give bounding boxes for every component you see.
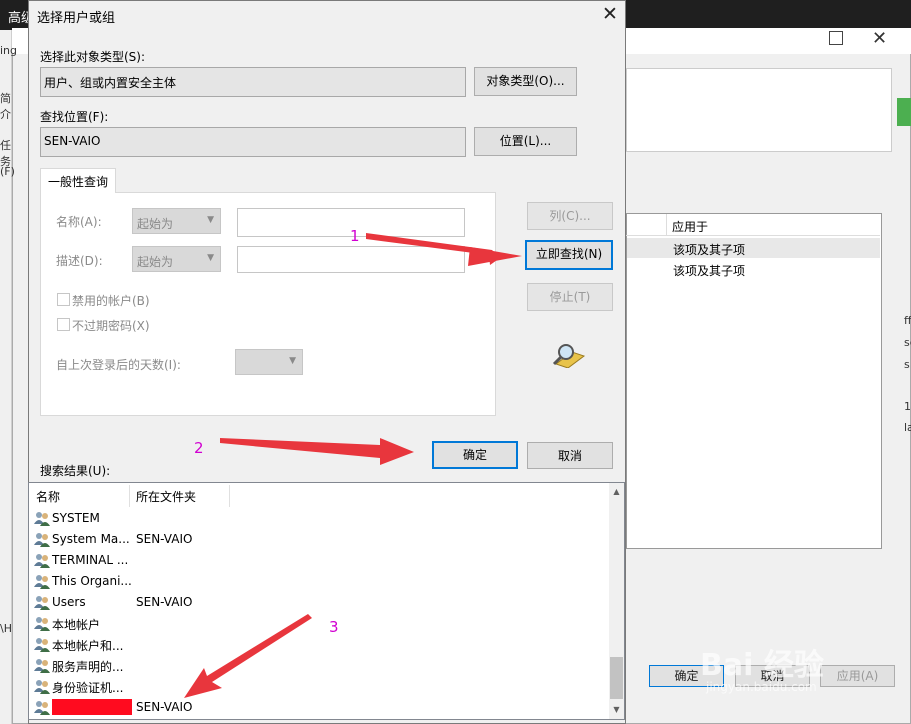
arrow-3-icon (184, 614, 312, 698)
annotation-number-2: 2 (194, 439, 204, 457)
arrow-2-icon (220, 438, 414, 465)
annotation-number-3: 3 (329, 618, 339, 636)
annotation-arrows (184, 233, 522, 698)
baidu-watermark-logo: Bai 经验 (700, 648, 824, 683)
annotation-number-1: 1 (350, 227, 360, 245)
watermark-url: jingyan.baidu.com (706, 680, 817, 694)
